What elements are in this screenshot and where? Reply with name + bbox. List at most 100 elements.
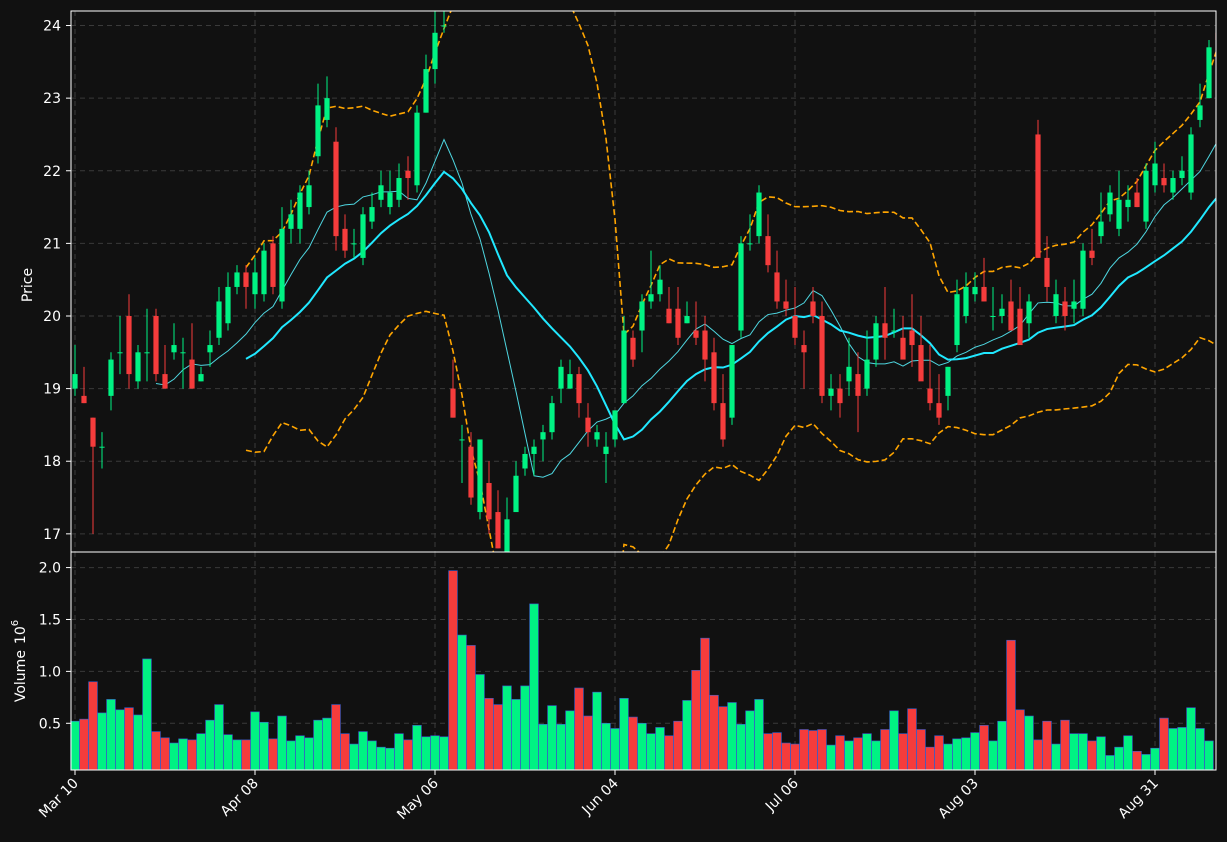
candle-body <box>729 345 735 418</box>
volume-bar <box>430 735 440 771</box>
candle-body <box>990 315 996 317</box>
volume-bar <box>196 733 206 771</box>
candle-body <box>963 286 969 316</box>
candle-body <box>513 475 519 513</box>
volume-bar <box>493 704 503 771</box>
candle-body <box>585 417 591 433</box>
candle-body <box>162 374 168 389</box>
volume-bar <box>808 730 818 771</box>
volume-bar <box>763 733 773 771</box>
candle-body <box>639 301 645 331</box>
volume-bar <box>1006 639 1016 771</box>
volume-bar <box>187 739 197 771</box>
volume-bar <box>880 729 890 771</box>
candle-body <box>261 250 267 295</box>
volume-bar <box>1132 751 1142 771</box>
volume-bar <box>124 707 134 771</box>
candle-body <box>882 323 888 338</box>
candle-body <box>936 403 942 418</box>
volume-bar <box>574 687 584 771</box>
volume-ylabel: Volume 106 <box>10 620 29 702</box>
candle-body <box>603 446 609 454</box>
volume-bar <box>259 721 269 771</box>
volume-bar <box>97 712 107 771</box>
volume-bar <box>79 718 89 771</box>
candle-body <box>171 345 177 353</box>
volume-bar <box>1123 735 1133 771</box>
candle-body <box>126 315 132 375</box>
candle-body <box>351 243 357 245</box>
volume-bar <box>286 740 296 771</box>
candle-body <box>1188 134 1194 193</box>
candle-body <box>972 286 978 295</box>
candle-body <box>477 439 483 513</box>
candle-body <box>549 403 555 433</box>
volume-ytick-label: 1.5 <box>39 612 61 628</box>
volume-bar <box>817 729 827 771</box>
volume-bar <box>745 710 755 771</box>
price-ylabel: Price <box>20 268 36 302</box>
candlestick-chart: 17 18 19 20 21 22 23 24 Price 0.5 1.0 1.5 2.0 Volu… <box>0 0 1227 842</box>
candle-body <box>1107 192 1113 215</box>
volume-bar <box>655 727 665 771</box>
volume-bar <box>106 699 116 771</box>
volume-bar <box>835 735 845 771</box>
volume-bar <box>997 720 1007 771</box>
candle-body <box>873 323 879 360</box>
candle-body <box>909 330 915 346</box>
volume-bar <box>898 733 908 771</box>
candle-body <box>207 345 213 353</box>
candle-body <box>864 359 870 389</box>
candle-body <box>135 352 141 382</box>
volume-bar <box>160 737 170 771</box>
volume-bar <box>988 740 998 771</box>
volume-bar <box>1033 739 1043 771</box>
candle-body <box>1134 192 1140 208</box>
volume-bar <box>907 708 917 771</box>
candle-body <box>225 286 231 324</box>
candle-body <box>531 446 537 454</box>
volume-bar <box>385 747 395 771</box>
candle-body <box>765 236 771 266</box>
volume-bar <box>691 670 701 771</box>
volume-bar <box>1195 728 1205 771</box>
candle-body <box>720 403 726 440</box>
volume-bar <box>979 725 989 771</box>
volume-bar <box>304 737 314 771</box>
volume-bar <box>682 700 692 771</box>
volume-bar <box>556 724 566 771</box>
volume-bar <box>844 740 854 771</box>
volume-bar <box>439 736 449 771</box>
volume-bar <box>502 685 512 771</box>
candle-body <box>90 417 96 447</box>
candle-body <box>495 512 501 549</box>
candle-body <box>918 345 924 382</box>
candle-body <box>666 308 672 324</box>
volume-bar <box>250 711 260 771</box>
candle-body <box>792 315 798 338</box>
volume-bar <box>1060 719 1070 771</box>
candle-body <box>315 105 321 157</box>
candle-body <box>684 315 690 324</box>
volume-bar <box>403 739 413 771</box>
candle-body <box>828 388 834 396</box>
volume-bar <box>1114 746 1124 771</box>
volume-bar <box>1168 728 1178 771</box>
volume-bar <box>1078 733 1088 771</box>
candle-body <box>378 185 384 200</box>
candle-body <box>621 330 627 404</box>
candle-body <box>981 286 987 302</box>
candle-body <box>117 352 123 354</box>
candle-body <box>1170 178 1176 193</box>
candle-body <box>747 243 753 245</box>
volume-bar <box>826 744 836 771</box>
candle-body <box>810 301 816 316</box>
price-ytick-label: 21 <box>43 236 61 252</box>
volume-bar <box>295 735 305 771</box>
volume-bar <box>448 570 458 771</box>
volume-bar <box>151 731 161 771</box>
candle-body <box>459 439 465 441</box>
price-ytick-label: 20 <box>43 309 61 325</box>
volume-bar <box>610 728 620 771</box>
candle-body <box>1017 308 1023 346</box>
